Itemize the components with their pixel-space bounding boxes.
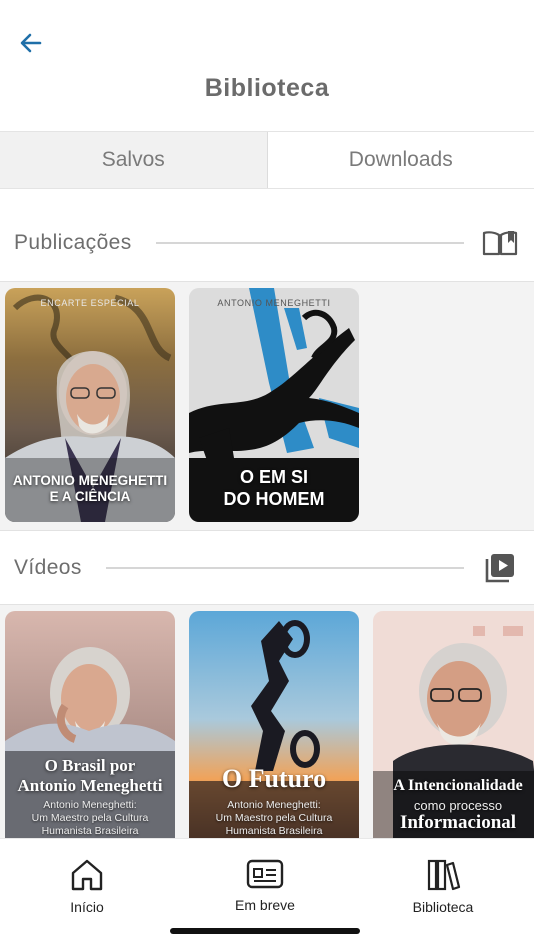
publication-kicker: ANTONIO MENEGHETTI xyxy=(217,298,331,308)
top-bar xyxy=(0,0,534,72)
publication-card[interactable]: ENCARTE ESPECIAL ANTONIO MENEGHETTI E A … xyxy=(5,288,175,522)
publication-title-line2: E A CIÊNCIA xyxy=(49,489,131,504)
home-indicator xyxy=(170,928,360,934)
divider xyxy=(155,242,464,244)
video-card[interactable]: O Futuro Antonio Meneghetti: Um Maestro … xyxy=(189,611,359,838)
publicacoes-title: Publicações xyxy=(14,231,132,254)
video-subtitle-line2: Um Maestro pela Cultura xyxy=(31,812,149,824)
publication-title-line1: ANTONIO MENEGHETTI xyxy=(12,473,168,488)
video-title-line1: A Intencionalidade xyxy=(393,777,523,794)
publication-kicker: ENCARTE ESPECIAL xyxy=(40,298,140,308)
newspaper-icon xyxy=(246,859,284,889)
video-card[interactable]: O Brasil por Antonio Meneghetti Antonio … xyxy=(5,611,175,838)
video-library-button[interactable] xyxy=(480,551,520,585)
tab-salvos[interactable]: Salvos xyxy=(0,132,267,188)
video-title-line1: O Futuro xyxy=(221,764,327,793)
publication-title-line1: O EM SI xyxy=(239,467,308,487)
home-icon xyxy=(71,859,103,891)
nav-biblioteca[interactable]: Biblioteca xyxy=(373,857,513,915)
books-icon xyxy=(427,859,461,891)
publicacoes-shelf: ENCARTE ESPECIAL ANTONIO MENEGHETTI E A … xyxy=(0,281,534,531)
video-title-line3: Informacional xyxy=(399,812,517,833)
open-book-button[interactable] xyxy=(480,226,520,260)
video-card[interactable]: A Intencionalidade como processo Informa… xyxy=(373,611,534,838)
video-subtitle-line1: Antonio Meneghetti: xyxy=(43,799,137,811)
nav-label: Em breve xyxy=(235,897,295,913)
videos-header: Vídeos xyxy=(0,536,534,600)
publication-card[interactable]: ANTONIO MENEGHETTI O EM SI DO HOMEM xyxy=(189,288,359,522)
tab-downloads[interactable]: Downloads xyxy=(266,132,534,188)
divider xyxy=(105,567,464,569)
nav-inicio[interactable]: Início xyxy=(17,857,157,915)
nav-label: Início xyxy=(70,899,104,915)
video-library-icon xyxy=(485,554,514,583)
nav-em-breve[interactable]: Em breve xyxy=(195,857,335,913)
back-button[interactable] xyxy=(14,26,48,60)
page-title: Biblioteca xyxy=(204,74,330,102)
videos-shelf: O Brasil por Antonio Meneghetti Antonio … xyxy=(0,604,534,838)
video-subtitle-line1: Antonio Meneghetti: xyxy=(227,799,321,811)
video-subtitle-line2: Um Maestro pela Cultura xyxy=(215,812,333,824)
publicacoes-header: Publicações xyxy=(0,211,534,275)
nav-label: Biblioteca xyxy=(412,899,474,915)
arrow-left-icon xyxy=(20,33,42,53)
video-subtitle-line3: Humanista Brasileira xyxy=(41,825,139,837)
video-title-line2: Antonio Meneghetti xyxy=(17,776,163,795)
videos-title: Vídeos xyxy=(14,556,82,579)
video-title-line1: O Brasil por xyxy=(44,756,136,775)
tab-bar: Salvos Downloads xyxy=(0,131,534,189)
open-book-icon xyxy=(482,231,518,256)
video-subtitle-line3: Humanista Brasileira xyxy=(225,825,323,837)
publication-title-line2: DO HOMEM xyxy=(223,489,325,509)
